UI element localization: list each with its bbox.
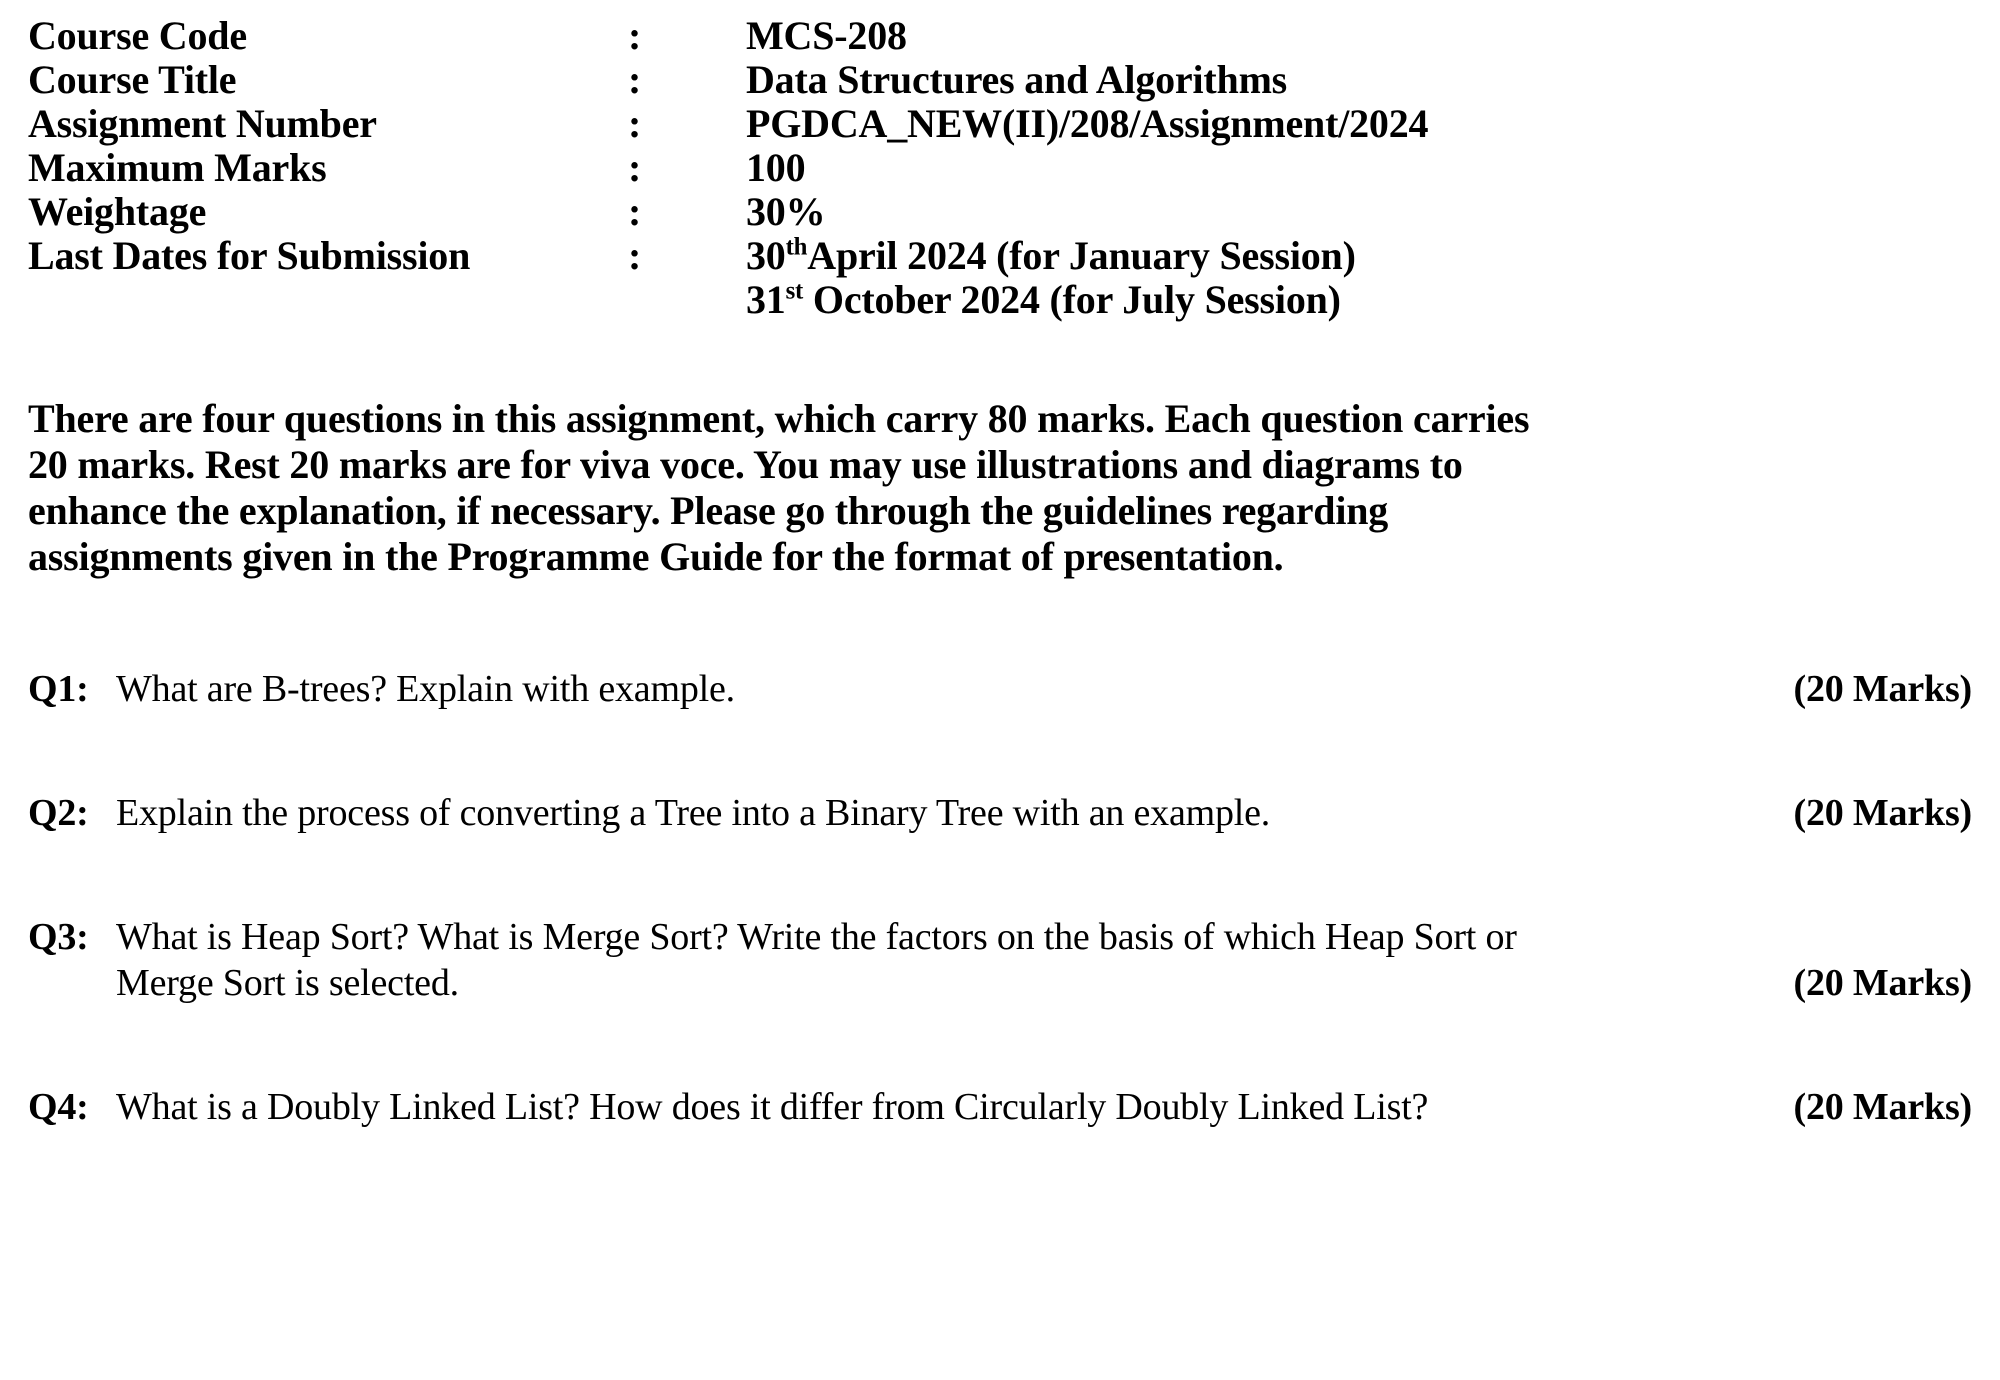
question-marks-1: (20 Marks) <box>1793 668 1973 710</box>
question-line-3-2: Merge Sort is selected. (20 Marks) <box>116 960 1972 1006</box>
question-text-1: What are B-trees? Explain with example. <box>116 668 735 710</box>
question-number-4: Q4: <box>28 1086 89 1128</box>
question-text-2: Explain the process of converting a Tree… <box>116 792 1271 834</box>
question-body-3: What is Heap Sort? What is Merge Sort? W… <box>116 914 1972 1006</box>
meta-label-assignment-number: Assignment Number <box>28 101 377 146</box>
meta-value-course-code: MCS-208 <box>746 13 907 58</box>
meta-row-weightage: Weightage : 30% <box>28 190 1972 234</box>
meta-colon-last-dates: : <box>628 233 642 278</box>
instructions-paragraph: There are four questions in this assignm… <box>28 396 1972 580</box>
meta-colon-maximum-marks: : <box>628 145 642 190</box>
question-item-4: Q4: What is a Doubly Linked List? How do… <box>28 1084 1972 1130</box>
meta-row-course-title: Course Title : Data Structures and Algor… <box>28 58 1972 102</box>
instructions-line-1: There are four questions in this assignm… <box>28 396 1530 441</box>
meta-label-course-code: Course Code <box>28 13 247 58</box>
meta-row-maximum-marks: Maximum Marks : 100 <box>28 146 1972 190</box>
submission-date-july-ordinal: st <box>785 277 804 305</box>
submission-date-july: 31st October 2024 (for July Session) <box>746 278 1972 322</box>
question-line-2-1: Explain the process of converting a Tree… <box>116 790 1972 836</box>
question-text-3-line-2: Merge Sort is selected. <box>116 962 459 1004</box>
question-body-1: What are B-trees? Explain with example. … <box>116 666 1972 712</box>
questions-list: Q1: What are B-trees? Explain with examp… <box>28 666 1972 1130</box>
question-body-2: Explain the process of converting a Tree… <box>116 790 1972 836</box>
question-number-2: Q2: <box>28 792 89 834</box>
question-text-4: What is a Doubly Linked List? How does i… <box>116 1086 1429 1128</box>
question-text-3-line-1: What is Heap Sort? What is Merge Sort? W… <box>116 916 1517 958</box>
meta-colon-course-code: : <box>628 13 642 58</box>
question-line-3-1: What is Heap Sort? What is Merge Sort? W… <box>116 914 1972 960</box>
question-line-1-1: What are B-trees? Explain with example. … <box>116 666 1972 712</box>
instructions-line-3: enhance the explanation, if necessary. P… <box>28 488 1389 533</box>
instructions-line-4: assignments given in the Programme Guide… <box>28 534 1284 579</box>
meta-value-last-dates: 30thApril 2024 (for January Session) 31s… <box>746 234 1972 322</box>
submission-date-july-rest: October 2024 (for July Session) <box>803 277 1341 322</box>
meta-colon-weightage: : <box>628 189 642 234</box>
assignment-page: Course Code : MCS-208 Course Title : Dat… <box>0 0 2000 1380</box>
meta-label-weightage: Weightage <box>28 189 207 234</box>
question-body-4: What is a Doubly Linked List? How does i… <box>116 1084 1972 1130</box>
meta-value-maximum-marks: 100 <box>746 145 806 190</box>
meta-label-last-dates: Last Dates for Submission <box>28 233 471 278</box>
submission-date-january-rest: April 2024 (for January Session) <box>807 233 1356 278</box>
submission-date-january-ordinal: th <box>785 233 808 261</box>
submission-date-july-day: 31 <box>746 277 786 322</box>
meta-colon-assignment-number: : <box>628 101 642 146</box>
instructions-line-2: 20 marks. Rest 20 marks are for viva voc… <box>28 442 1463 487</box>
meta-value-assignment-number: PGDCA_NEW(II)/208/Assignment/2024 <box>746 101 1429 146</box>
question-marks-4: (20 Marks) <box>1793 1086 1973 1128</box>
course-meta-table: Course Code : MCS-208 Course Title : Dat… <box>28 14 1972 322</box>
question-item-3: Q3: What is Heap Sort? What is Merge Sor… <box>28 914 1972 1006</box>
question-number-3: Q3: <box>28 916 89 958</box>
submission-date-january-day: 30 <box>746 233 786 278</box>
question-marks-2: (20 Marks) <box>1793 792 1973 834</box>
meta-row-course-code: Course Code : MCS-208 <box>28 14 1972 58</box>
meta-value-weightage: 30% <box>746 189 826 234</box>
question-number-1: Q1: <box>28 668 89 710</box>
meta-colon-course-title: : <box>628 57 642 102</box>
question-marks-3: (20 Marks) <box>1793 962 1973 1004</box>
meta-value-course-title: Data Structures and Algorithms <box>746 57 1288 102</box>
question-item-2: Q2: Explain the process of converting a … <box>28 790 1972 836</box>
question-item-1: Q1: What are B-trees? Explain with examp… <box>28 666 1972 712</box>
question-line-4-1: What is a Doubly Linked List? How does i… <box>116 1084 1972 1130</box>
meta-row-assignment-number: Assignment Number : PGDCA_NEW(II)/208/As… <box>28 102 1972 146</box>
meta-label-maximum-marks: Maximum Marks <box>28 145 327 190</box>
submission-date-january: 30thApril 2024 (for January Session) <box>746 234 1972 278</box>
meta-row-last-dates: Last Dates for Submission : 30thApril 20… <box>28 234 1972 322</box>
meta-label-course-title: Course Title <box>28 57 237 102</box>
